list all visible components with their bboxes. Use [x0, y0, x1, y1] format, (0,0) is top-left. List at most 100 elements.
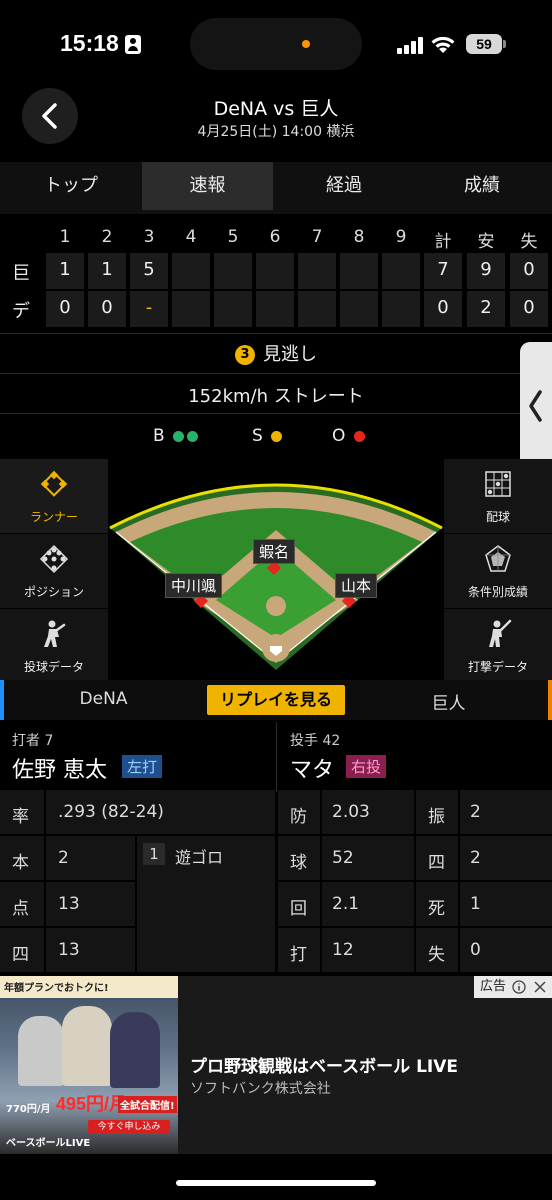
inning-score: -	[145, 297, 153, 318]
strike-zone-icon	[485, 471, 511, 497]
at-bat-number: 1	[143, 843, 165, 865]
batter-order-label: 打者 7	[12, 733, 54, 749]
replay-button[interactable]: リプレイを見る	[207, 685, 345, 715]
inning-score: 1	[101, 259, 113, 280]
total-cell: 0	[510, 291, 548, 327]
ad-banner-top: 年額プランでおトクに!	[0, 976, 178, 998]
ad-brand: ベースボールLIVE	[6, 1138, 91, 1149]
stat-key-cell: 振	[416, 790, 458, 834]
out-count: O	[332, 426, 365, 446]
game-datetime-venue: 4月25日(土) 14:00 横浜	[197, 124, 355, 140]
ad-player-figure	[62, 1006, 112, 1086]
recording-indicator-icon	[302, 40, 310, 48]
chevron-left-icon	[529, 390, 542, 422]
tab-stats[interactable]: 成績	[412, 162, 552, 210]
pitch-sequence-button[interactable]: 配球	[444, 459, 552, 533]
divider	[276, 722, 277, 792]
status-bar: 15:18 59	[0, 0, 552, 88]
runner-third-base[interactable]: 中川颯	[165, 573, 223, 598]
pitcher-name[interactable]: マタ	[290, 752, 334, 784]
page-title: DeNA vs 巨人	[213, 98, 339, 120]
total-value: 0	[523, 297, 535, 318]
stat-value: 12	[332, 940, 354, 960]
stat-value-cell: 2.1	[322, 882, 414, 926]
inning-score-cell: 0	[88, 291, 126, 327]
inning-header-7: 7	[311, 227, 323, 247]
stat-value-cell: 2	[46, 836, 135, 880]
tab-top[interactable]: トップ	[0, 162, 142, 210]
inning-score-cell	[172, 253, 210, 289]
stat-key: 振	[428, 807, 445, 827]
runner-second-base[interactable]: 蝦名	[253, 539, 296, 564]
info-icon	[512, 980, 526, 994]
stat-key-cell: 率	[0, 790, 44, 834]
pitch-result-row: 3 見逃し	[0, 340, 552, 366]
inning-score: 5	[143, 259, 155, 280]
stat-value: 52	[332, 848, 354, 868]
stat-value: 2	[470, 802, 481, 822]
inning-header-4: 4	[185, 227, 197, 247]
away-team-label: 巨人	[431, 694, 466, 714]
inning-score-cell	[298, 253, 336, 289]
side-panel-handle[interactable]	[520, 342, 552, 470]
total-cell: 7	[424, 253, 462, 289]
runner-view-button[interactable]: ランナー	[0, 459, 108, 533]
home-team-label: DeNA	[79, 689, 128, 709]
stat-key: 四	[428, 853, 445, 873]
inning-header-8: 8	[353, 227, 365, 247]
inning-score: 0	[101, 297, 113, 318]
inning-score-cell: 0	[46, 291, 84, 327]
replay-bar: DeNA リプレイを見る 巨人	[0, 680, 552, 720]
ad-advertiser: ソフトバンク株式会社	[190, 1081, 331, 1097]
batter-name[interactable]: 佐野 恵太	[12, 752, 107, 784]
pitching-data-label: 投球データ	[23, 660, 84, 674]
pitch-number-badge: 3	[235, 345, 255, 365]
stat-key: 打	[290, 945, 307, 965]
pitching-data-button[interactable]: 投球データ	[0, 609, 108, 683]
runner-first-base[interactable]: 山本	[335, 573, 378, 598]
battery-tip	[503, 40, 506, 48]
stat-value: 1	[470, 894, 481, 914]
batting-data-button[interactable]: 打撃データ	[444, 609, 552, 683]
batter-icon	[489, 619, 512, 647]
stat-key-cell: 失	[416, 928, 458, 972]
inning-score-cell: -	[130, 291, 168, 327]
split-stats-button[interactable]: 条件別成績	[444, 534, 552, 608]
ad-banner[interactable]: 年額プランでおトクに! 770円/月 495円/月 全試合配信! 今すぐ申し込み…	[0, 976, 552, 1154]
stat-key-cell: 球	[278, 836, 320, 880]
divider	[0, 413, 552, 414]
cellular-signal-icon	[397, 36, 424, 54]
position-view-button[interactable]: ポジション	[0, 534, 108, 608]
inning-score-cell	[172, 291, 210, 327]
inning-header-6: 6	[269, 227, 281, 247]
ad-image[interactable]: 年額プランでおトクに! 770円/月 495円/月 全試合配信! 今すぐ申し込み…	[0, 976, 178, 1154]
stat-value-cell: .293 (82-24)	[46, 790, 275, 834]
stat-key: 死	[428, 899, 445, 919]
baseball-field	[109, 483, 443, 670]
stat-value: 2.1	[332, 894, 360, 914]
pitcher-icon	[44, 620, 66, 647]
stat-key: 球	[290, 853, 307, 873]
ad-title[interactable]: プロ野球観戦はベースボール LIVE	[190, 1052, 458, 1077]
inning-score-cell	[214, 291, 252, 327]
total-value: 2	[480, 297, 492, 318]
stat-key-cell: 打	[278, 928, 320, 972]
pitch-sequence-label: 配球	[485, 510, 510, 524]
inning-header-1: 1	[59, 227, 71, 247]
diamond-icon	[40, 470, 68, 497]
strike-dot	[271, 430, 283, 442]
total-cell: 0	[510, 253, 548, 289]
close-icon	[534, 981, 546, 993]
ad-choices[interactable]: 広告	[474, 976, 552, 998]
dynamic-island	[190, 18, 362, 70]
stat-key-cell: 四	[0, 928, 44, 972]
hits-header: 安	[477, 232, 495, 252]
runs-header: 計	[434, 232, 452, 252]
tab-progress[interactable]: 経過	[276, 162, 412, 210]
ad-label: 広告	[480, 979, 507, 994]
tab-live[interactable]: 速報	[142, 162, 273, 210]
total-cell: 2	[467, 291, 505, 327]
home-indicator	[176, 1180, 376, 1186]
ad-apply-button[interactable]: 今すぐ申し込み	[88, 1120, 170, 1134]
tab-bar: トップ 速報 経過 成績	[0, 162, 552, 214]
